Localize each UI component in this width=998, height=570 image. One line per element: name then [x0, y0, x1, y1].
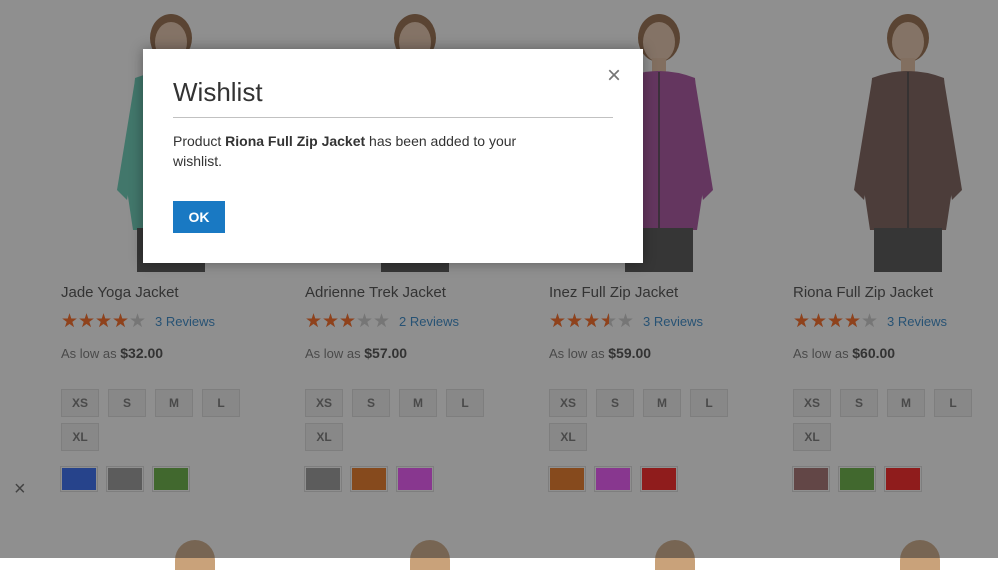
modal-product-name: Riona Full Zip Jacket	[225, 133, 366, 149]
modal-close-icon[interactable]: ×	[601, 63, 627, 89]
modal-divider	[173, 117, 613, 118]
ok-button[interactable]: OK	[173, 201, 225, 233]
modal-message: Product Riona Full Zip Jacket has been a…	[173, 131, 553, 171]
modal-message-prefix: Product	[173, 133, 226, 149]
modal-title: Wishlist	[173, 77, 263, 107]
wishlist-modal: Wishlist × Product Riona Full Zip Jacket…	[143, 49, 643, 263]
